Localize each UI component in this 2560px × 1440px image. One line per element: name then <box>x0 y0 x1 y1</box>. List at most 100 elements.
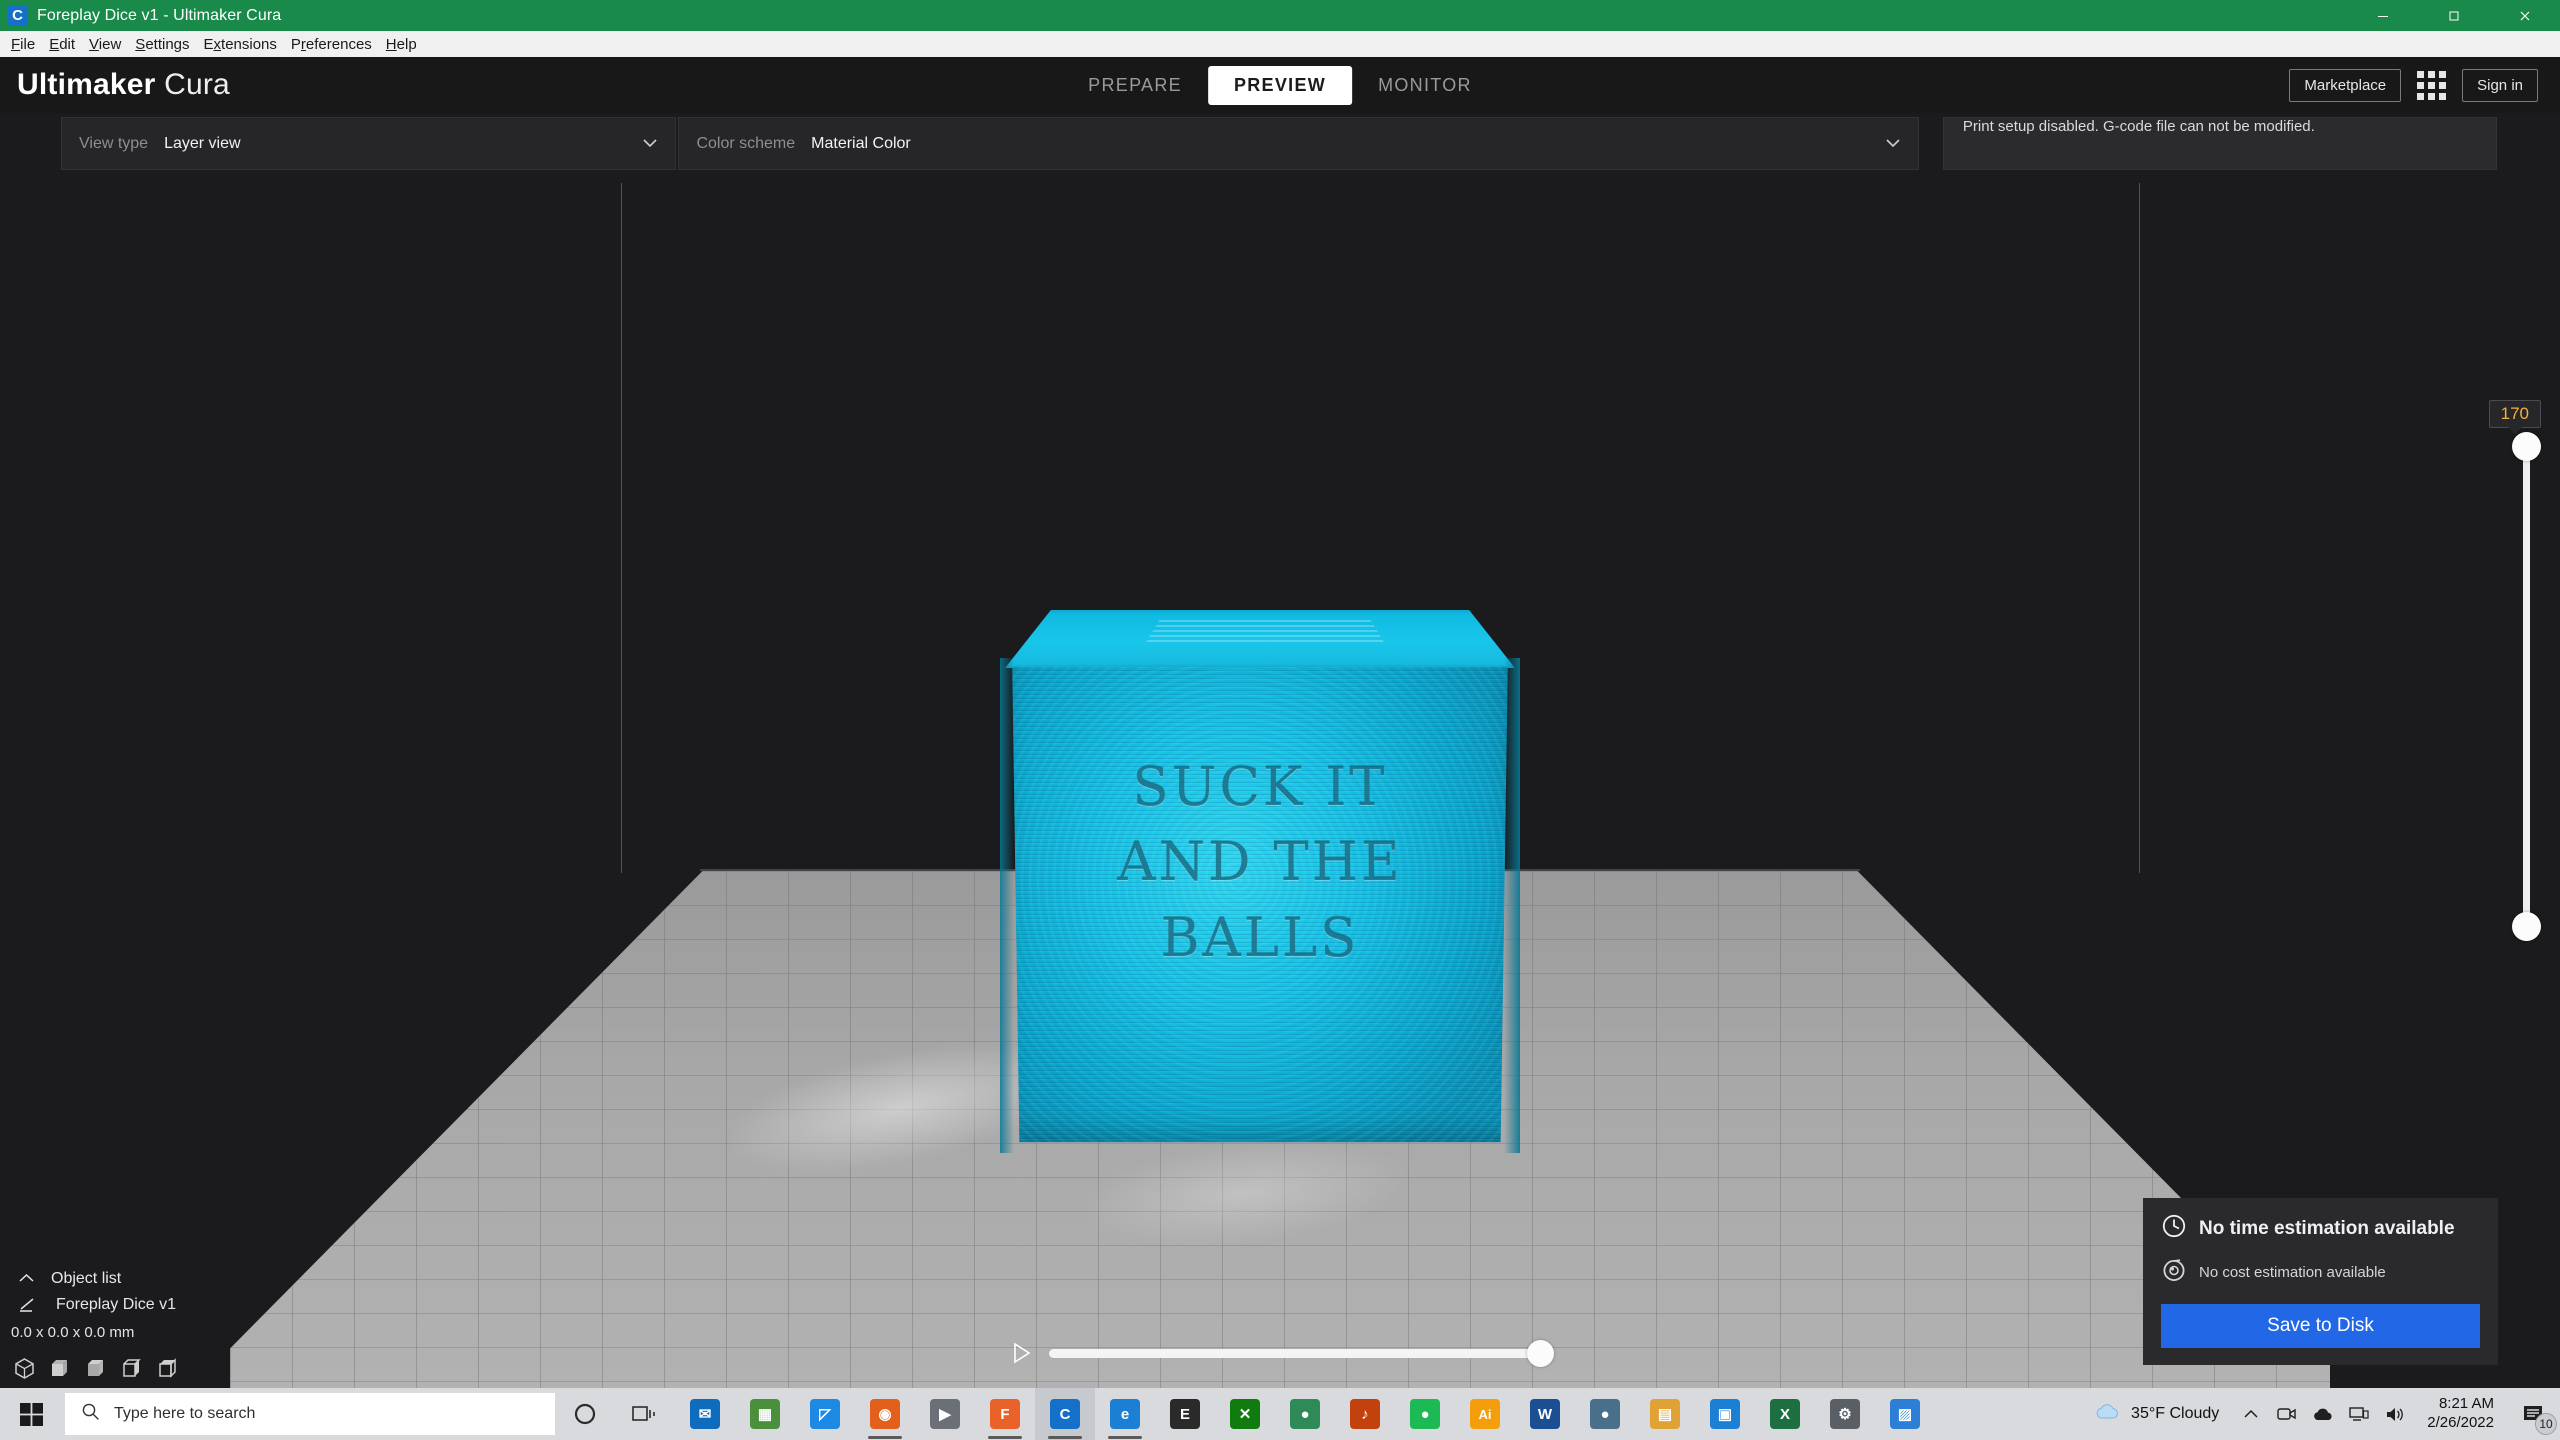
menu-settings[interactable]: Settings <box>128 33 196 56</box>
excel-icon[interactable]: X <box>1755 1388 1815 1440</box>
sliced-model[interactable]: SUCK IT AND THE BALLS <box>1000 610 1520 1155</box>
window-title: Foreplay Dice v1 - Ultimaker Cura <box>37 6 282 24</box>
minimize-icon[interactable] <box>2347 0 2418 31</box>
view-top-icon[interactable] <box>85 1357 108 1380</box>
view-left-icon[interactable] <box>121 1357 144 1380</box>
edge-icon[interactable]: e <box>1095 1388 1155 1440</box>
scrubber-track[interactable] <box>1049 1339 1554 1367</box>
time-estimate-row: No time estimation available <box>2161 1213 2480 1244</box>
view-type-value: Layer view <box>164 134 241 152</box>
cura-icon[interactable]: C <box>1035 1388 1095 1440</box>
view-type-dropdown[interactable]: View type Layer view <box>61 117 677 170</box>
firefox-icon[interactable]: ◉ <box>855 1388 915 1440</box>
flipgrid-icon[interactable]: F <box>975 1388 1035 1440</box>
calculator-icon[interactable]: ▦ <box>735 1388 795 1440</box>
video-editor-icon[interactable]: ▶ <box>915 1388 975 1440</box>
object-list-item[interactable]: Foreplay Dice v1 <box>0 1292 330 1318</box>
illustrator-icon[interactable]: Ai <box>1455 1388 1515 1440</box>
apps-grid-icon[interactable] <box>2417 70 2447 100</box>
clock-time: 8:21 AM <box>2438 1395 2494 1413</box>
volume-icon[interactable] <box>2377 1388 2413 1440</box>
window-titlebar: C Foreplay Dice v1 - Ultimaker Cura <box>0 0 2560 31</box>
layer-value-tooltip: 170 <box>2488 400 2541 428</box>
maximize-icon[interactable] <box>2418 0 2489 31</box>
window-controls <box>2347 0 2560 31</box>
search-input[interactable]: Type here to search <box>65 1393 555 1435</box>
windows-taskbar: Type here to search ✉ ▦ ◸ ◉ ▶ F C e E ✕ … <box>0 1388 2560 1440</box>
print-setup-warning-text: Print setup disabled. G-code file can no… <box>1962 118 2315 135</box>
layer-slider-handle-bottom[interactable] <box>2512 912 2541 941</box>
model-edge-left <box>1000 658 1014 1153</box>
object-list-panel: Object list Foreplay Dice v1 0.0 x 0.0 x… <box>0 1266 330 1380</box>
cloud-icon <box>2093 1402 2121 1427</box>
marketplace-button[interactable]: Marketplace <box>2289 68 2402 102</box>
layer-slider-track[interactable] <box>2523 446 2530 941</box>
music-icon[interactable]: ♪ <box>1335 1388 1395 1440</box>
layer-slider[interactable]: 170 <box>2488 400 2547 970</box>
chevron-up-icon[interactable] <box>18 1273 35 1286</box>
menu-preferences[interactable]: Preferences <box>284 33 379 56</box>
menu-view[interactable]: View <box>82 33 128 56</box>
chrome-icon[interactable]: ● <box>1275 1388 1335 1440</box>
taskbar-clock[interactable]: 8:21 AM 2/26/2022 <box>2413 1395 2508 1433</box>
file-explorer-icon[interactable]: ▤ <box>1635 1388 1695 1440</box>
word-icon[interactable]: W <box>1515 1388 1575 1440</box>
paint-icon[interactable]: ▨ <box>1875 1388 1935 1440</box>
cost-estimate-text: No cost estimation available <box>2199 1264 2386 1281</box>
cost-estimate-row: No cost estimation available <box>2161 1257 2480 1288</box>
network-icon[interactable] <box>2341 1388 2377 1440</box>
camera-icon[interactable] <box>2269 1388 2305 1440</box>
tab-preview[interactable]: PREVIEW <box>1207 65 1353 105</box>
chevron-down-icon[interactable] <box>1885 136 1901 151</box>
task-view-icon[interactable] <box>615 1388 675 1440</box>
weather-widget[interactable]: 35°F Cloudy <box>2079 1402 2233 1427</box>
scrubber-handle[interactable] <box>1527 1339 1554 1367</box>
tab-prepare[interactable]: PREPARE <box>1062 66 1208 105</box>
menu-extensions[interactable]: Extensions <box>197 33 284 56</box>
search-placeholder: Type here to search <box>114 1405 256 1422</box>
chevron-down-icon[interactable] <box>642 136 658 151</box>
menu-file[interactable]: File <box>4 33 42 56</box>
view-type-label: View type <box>79 134 149 152</box>
menu-help[interactable]: Help <box>379 33 424 56</box>
notification-count-badge: 10 <box>2535 1413 2557 1435</box>
settings-icon[interactable]: ⚙ <box>1815 1388 1875 1440</box>
sign-in-button[interactable]: Sign in <box>2462 68 2538 102</box>
xbox-icon[interactable]: ✕ <box>1215 1388 1275 1440</box>
model-front-face <box>1012 666 1508 1143</box>
epic-games-icon[interactable]: E <box>1155 1388 1215 1440</box>
system-tray: 35°F Cloudy 8:21 AM 2/26/2022 10 <box>2079 1388 2560 1440</box>
clock-date: 2/26/2022 <box>2427 1414 2494 1431</box>
store-icon[interactable]: ▣ <box>1695 1388 1755 1440</box>
view-3d-icon[interactable] <box>13 1357 36 1380</box>
brand-cura: Cura <box>164 68 230 101</box>
preview-toolbar: View type Layer view Color scheme Materi… <box>61 117 2497 170</box>
view-front-icon[interactable] <box>49 1357 72 1380</box>
windows-start-icon[interactable] <box>0 1388 63 1440</box>
action-center-icon[interactable]: 10 <box>2508 1388 2560 1440</box>
steam-icon[interactable]: ● <box>1575 1388 1635 1440</box>
color-scheme-dropdown[interactable]: Color scheme Material Color <box>678 117 1919 170</box>
layer-slider-handle-top[interactable] <box>2512 432 2541 461</box>
spotify-icon[interactable]: ● <box>1395 1388 1455 1440</box>
weather-text: 35°F Cloudy <box>2131 1405 2220 1422</box>
build-volume-edge-left <box>621 183 622 873</box>
header-actions: Marketplace Sign in <box>2289 68 2538 102</box>
tab-monitor[interactable]: MONITOR <box>1352 66 1498 105</box>
onedrive-icon[interactable] <box>2305 1388 2341 1440</box>
mail-icon[interactable]: ✉ <box>675 1388 735 1440</box>
object-list-item-name: Foreplay Dice v1 <box>56 1296 177 1313</box>
menubar: File Edit View Settings Extensions Prefe… <box>0 31 2560 57</box>
view-right-icon[interactable] <box>157 1357 180 1380</box>
photos-icon[interactable]: ◸ <box>795 1388 855 1440</box>
close-icon[interactable] <box>2489 0 2560 31</box>
app-header: Ultimaker Cura PREPARE PREVIEW MONITOR M… <box>0 57 2560 113</box>
chevron-up-icon[interactable] <box>2233 1388 2269 1440</box>
cortana-icon[interactable] <box>555 1388 615 1440</box>
time-estimate-text: No time estimation available <box>2199 1217 2455 1239</box>
play-icon[interactable] <box>1013 1342 1031 1364</box>
stage-tabs: PREPARE PREVIEW MONITOR <box>1062 65 1498 105</box>
save-to-disk-button[interactable]: Save to Disk <box>2161 1304 2480 1348</box>
object-list-header[interactable]: Object list <box>0 1266 330 1292</box>
menu-edit[interactable]: Edit <box>42 33 82 56</box>
